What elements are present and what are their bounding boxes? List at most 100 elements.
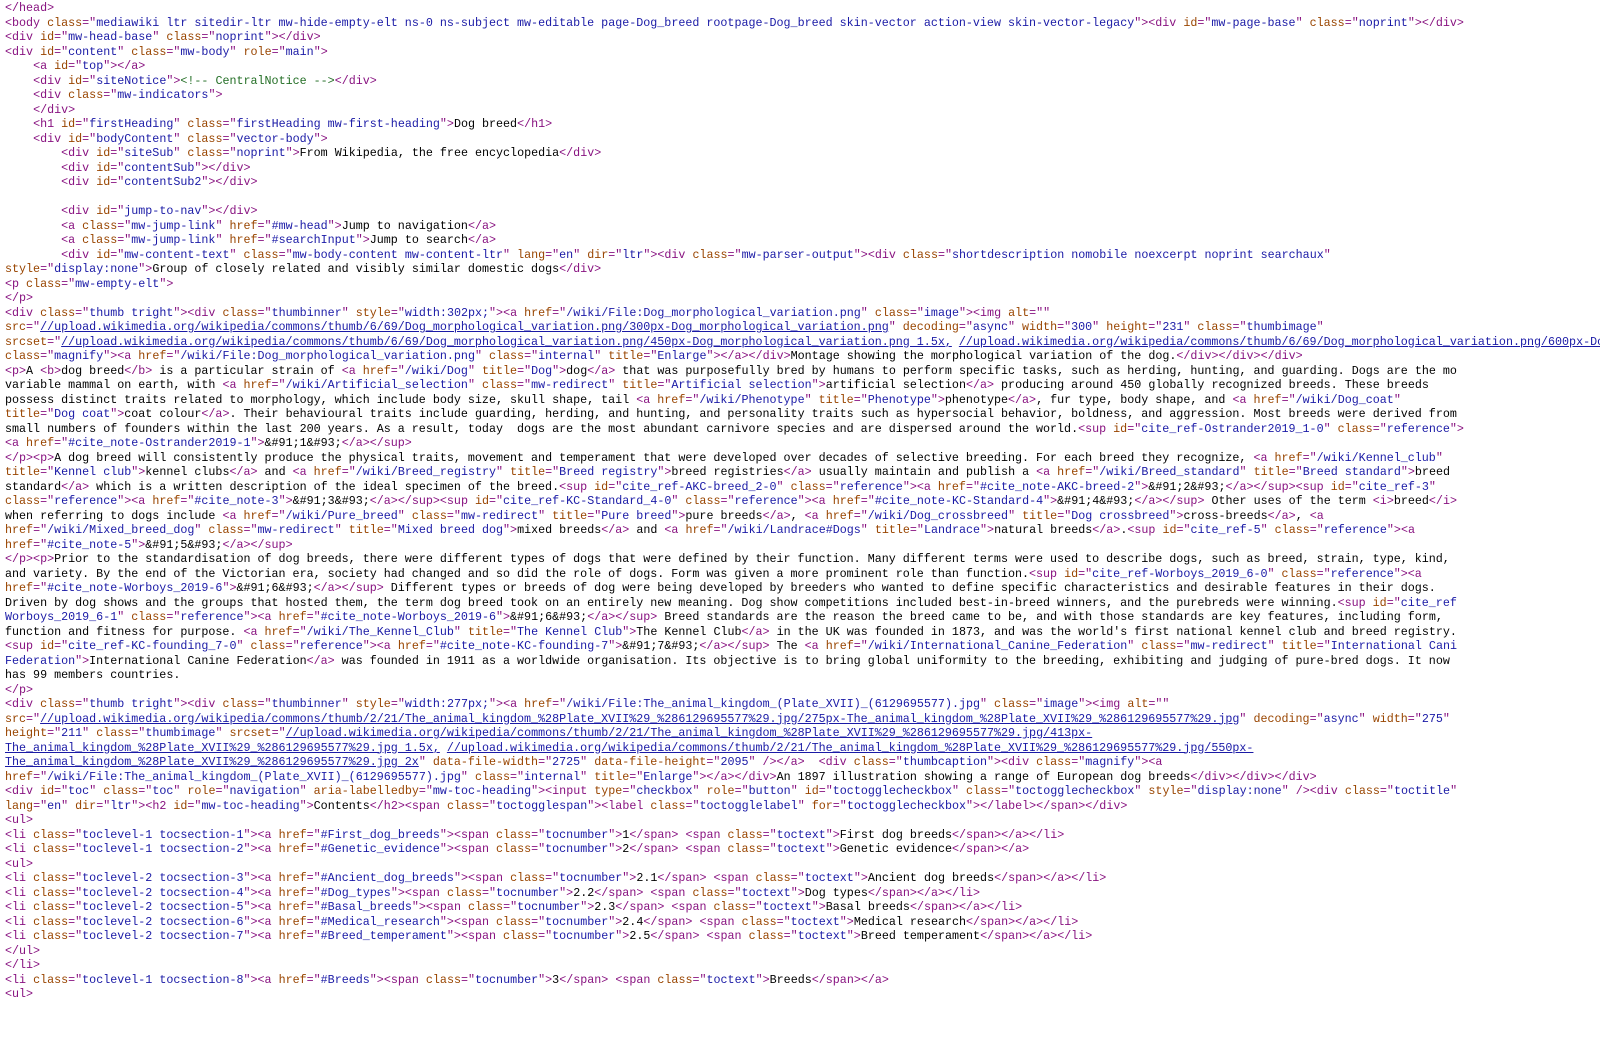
- attribute-value: top: [82, 59, 104, 73]
- markup-tag: " />: [1281, 784, 1310, 798]
- source-link[interactable]: //upload.wikimedia.org/wikipedia/commons…: [40, 712, 1239, 726]
- markup-tag: ">: [839, 914, 854, 929]
- attribute-value: cite_ref-KC-Standard_4-0: [503, 494, 672, 508]
- markup-tag: ">: [243, 914, 258, 929]
- attribute-name: class: [446, 885, 483, 900]
- attribute-value: mw-body-content mw-content-ltr: [292, 247, 504, 262]
- attribute-name: width: [1022, 320, 1058, 334]
- markup-tag: =": [26, 711, 41, 726]
- source-link[interactable]: //upload.wikimedia.org/wikipedia/commons…: [40, 320, 889, 334]
- attribute-name: class: [33, 885, 69, 900]
- text-content: dog breed: [61, 363, 125, 378]
- attribute-name: class: [222, 305, 258, 320]
- attribute-name: class: [503, 929, 539, 943]
- markup-tag: </div>: [33, 102, 76, 117]
- markup-tag: <div: [867, 247, 903, 262]
- attribute-name: style: [1148, 784, 1184, 798]
- markup-tag: =": [33, 798, 48, 813]
- markup-tag: ": [467, 378, 482, 392]
- markup-tag: =": [131, 726, 146, 740]
- markup-tag: ">: [790, 885, 805, 900]
- source-link[interactable]: The_animal_kingdom_%28Plate_XVII%29_%286…: [5, 755, 419, 769]
- markup-tag: "></a></div>: [692, 769, 777, 784]
- markup-tag: =": [390, 697, 405, 711]
- markup-tag: =": [545, 247, 560, 262]
- source-link[interactable]: //upload.wikimedia.org/wikipedia/commons…: [959, 335, 1600, 349]
- attribute-value: reference: [839, 479, 903, 494]
- markup-tag: =": [832, 798, 847, 813]
- attribute-name: data-file-height: [594, 755, 707, 769]
- attribute-name: href: [278, 929, 307, 943]
- attribute-name: class: [187, 117, 223, 131]
- text-content: The Kennel Club: [636, 624, 742, 639]
- markup-tag: <sup: [1029, 566, 1065, 581]
- markup-tag: =": [538, 929, 553, 943]
- attribute-name: class: [489, 349, 525, 363]
- markup-tag: ">: [439, 827, 454, 842]
- source-link[interactable]: The_animal_kingdom_%28Plate_XVII%29_%286…: [5, 741, 440, 755]
- attribute-value: reference: [54, 494, 118, 508]
- markup-tag: </span>: [629, 827, 679, 842]
- text-content: kennel clubs: [145, 465, 230, 479]
- markup-tag: =": [748, 900, 763, 914]
- markup-tag: ">: [1078, 697, 1093, 711]
- text-content: that was purposefully bred by humans to …: [615, 363, 1457, 378]
- markup-tag: ": [1428, 479, 1436, 494]
- markup-tag: "></div>: [264, 30, 321, 44]
- markup-tag: <a: [916, 479, 938, 494]
- markup-tag: <span: [671, 900, 714, 914]
- markup-tag: ="": [1029, 305, 1051, 320]
- source-link[interactable]: //upload.wikimedia.org/wikipedia/commons…: [286, 726, 1093, 740]
- markup-tag: "></div>: [201, 175, 258, 189]
- markup-tag: =": [552, 305, 567, 320]
- text-content: &#91;3&#93;: [292, 494, 370, 508]
- markup-tag: <a: [222, 508, 244, 523]
- markup-tag: =": [180, 494, 195, 508]
- attribute-name: alt: [1127, 697, 1149, 711]
- markup-tag: =": [1344, 479, 1359, 494]
- markup-tag: <a: [61, 218, 83, 233]
- attribute-name: srcset: [5, 334, 48, 349]
- attribute-value: /wiki/Mixed_breed_dog: [47, 523, 195, 537]
- attribute-name: href: [243, 378, 272, 392]
- attribute-value: toctext: [706, 972, 756, 987]
- attribute-name: class: [250, 639, 286, 653]
- attribute-value: #cite_note-3: [194, 494, 279, 508]
- markup-tag: =": [117, 233, 132, 247]
- markup-tag: <span: [685, 827, 728, 842]
- text-content: Genetic evidence: [839, 842, 952, 856]
- source-line: <sup id="cite_ref-KC-founding_7-0" class…: [5, 639, 1457, 654]
- source-link[interactable]: //upload.wikimedia.org/wikipedia/commons…: [61, 335, 952, 349]
- markup-tag: <div: [1309, 784, 1345, 798]
- text-content: &#91;6&#93;: [510, 610, 588, 624]
- markup-tag: =": [937, 247, 952, 262]
- markup-tag: ": [1435, 450, 1443, 465]
- markup-tag: =": [68, 914, 83, 929]
- markup-tag: =": [1127, 421, 1142, 436]
- attribute-name: srcset: [229, 726, 272, 740]
- markup-tag: <a: [503, 305, 525, 320]
- attribute-value: thumbinner: [271, 697, 342, 711]
- markup-tag: =": [306, 900, 321, 914]
- markup-tag: <a: [243, 624, 265, 639]
- text-content: &#91;5&#93;: [145, 537, 223, 552]
- attribute-value: toctogglecheckbox: [832, 784, 953, 798]
- text-content: Medical research: [853, 914, 967, 929]
- markup-tag: ": [467, 363, 482, 378]
- markup-tag: ">: [299, 798, 314, 813]
- markup-tag: ": [608, 378, 623, 392]
- attribute-value: #Basal_breeds: [320, 900, 412, 914]
- attribute-name: class: [131, 44, 167, 59]
- attribute-value: noprint: [1358, 15, 1408, 30]
- attribute-name: alt: [1008, 305, 1030, 320]
- text-content: 2.5: [629, 929, 651, 943]
- markup-tag: <a: [33, 59, 55, 73]
- text-content: [5, 74, 33, 88]
- markup-tag: ">: [313, 44, 328, 59]
- text-content: breed: [1393, 494, 1429, 508]
- markup-tag: ">: [1449, 421, 1464, 436]
- source-link[interactable]: //upload.wikimedia.org/wikipedia/commons…: [447, 741, 1254, 755]
- attribute-value: toctogglecheckbox: [846, 798, 967, 813]
- markup-tag: </a>: [467, 218, 497, 233]
- attribute-name: id: [96, 160, 111, 175]
